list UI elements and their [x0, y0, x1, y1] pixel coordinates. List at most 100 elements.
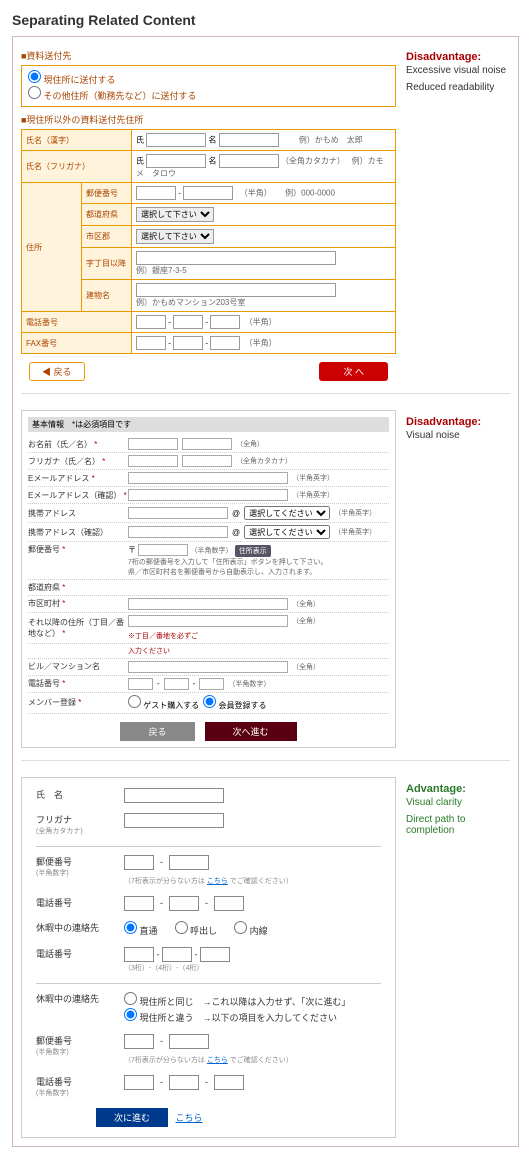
mobile-confirm-input[interactable]: [128, 526, 228, 538]
label-pref: 都道府県: [82, 204, 132, 226]
radio-page[interactable]: 呼出し: [175, 921, 218, 937]
postal-1-input[interactable]: [136, 186, 176, 200]
city-select[interactable]: 選択して下さい: [136, 229, 214, 244]
label-vacation-dest: 休暇中の連絡先: [36, 992, 116, 1005]
tel-1-input[interactable]: [124, 896, 154, 911]
comparison-container: ■資料送付先 現住所に送付する その他住所（勤務先など）に送付する ■現住所以外…: [12, 36, 519, 1147]
email-input[interactable]: [128, 472, 288, 484]
fax-2-input[interactable]: [173, 336, 203, 350]
bldg-input[interactable]: [136, 283, 336, 297]
back-button[interactable]: ◀ 戻る: [29, 362, 85, 381]
radio-register[interactable]: 会員登録する: [203, 695, 266, 711]
tel2-2-input[interactable]: [162, 947, 192, 962]
radio-guest[interactable]: ゲスト購入する: [128, 695, 199, 711]
next-button[interactable]: 次へ進む: [205, 722, 297, 741]
radio-direct[interactable]: 直通: [124, 921, 158, 937]
label-tel: 電話番号: [36, 896, 116, 909]
label-name: 氏 名: [36, 788, 116, 801]
fax-1-input[interactable]: [136, 336, 166, 350]
basic-info-header: 基本情報 *は必須項目です: [28, 417, 389, 432]
surname-kana-input[interactable]: [146, 154, 206, 168]
city-input[interactable]: [128, 598, 288, 610]
tel-2-input[interactable]: [173, 315, 203, 329]
example-1-note: Disadvantage: Excessive visual noise Red…: [406, 45, 510, 381]
example-3-row: 氏 名 フリガナ(全角カタカナ) 郵便番号(半角数字) - （7桁表示が分らない…: [21, 777, 510, 1138]
help-link[interactable]: こちら: [176, 1113, 203, 1123]
given-kanji-input[interactable]: [219, 133, 279, 147]
tel-3-input[interactable]: [199, 678, 224, 690]
postal-2-input[interactable]: [183, 186, 233, 200]
tel2-3-input[interactable]: [200, 947, 230, 962]
tel3-3-input[interactable]: [214, 1075, 244, 1090]
given-kana-input[interactable]: [219, 154, 279, 168]
given-input[interactable]: [182, 438, 232, 450]
section-send-to-header: ■資料送付先: [21, 49, 396, 62]
example-2-form: 基本情報 *は必須項目です お名前（氏／名） *（全角） フリガナ（氏／名） *…: [21, 410, 396, 748]
name-input[interactable]: [124, 788, 224, 803]
mobile-input[interactable]: [128, 507, 228, 519]
page-title: Separating Related Content: [12, 12, 519, 28]
label-tel2: 電話番号: [36, 947, 116, 960]
label-bldg: 建物名: [82, 280, 132, 312]
bldg-input[interactable]: [128, 661, 288, 673]
surname-kanji-input[interactable]: [146, 133, 206, 147]
example-3-form: 氏 名 フリガナ(全角カタカナ) 郵便番号(半角数字) - （7桁表示が分らない…: [21, 777, 396, 1138]
label-postal: 郵便番号(半角数字): [36, 855, 116, 878]
given-kana-input[interactable]: [182, 455, 232, 467]
postal-1-input[interactable]: [124, 855, 154, 870]
tel2-1-input[interactable]: [124, 947, 154, 962]
tel3-1-input[interactable]: [124, 1075, 154, 1090]
label-tel-3: 電話番号(半角数字): [36, 1075, 116, 1098]
example-1-form: ■資料送付先 現住所に送付する その他住所（勤務先など）に送付する ■現住所以外…: [21, 45, 396, 381]
email-confirm-input[interactable]: [128, 489, 288, 501]
tel-2-input[interactable]: [164, 678, 189, 690]
section-other-address-header: ■現住所以外の資料送付先住所: [21, 113, 396, 126]
back-button[interactable]: 戻る: [120, 722, 194, 741]
divider: [36, 983, 381, 984]
postal-help-link-2[interactable]: こちら: [207, 1057, 228, 1064]
postal-help-link[interactable]: こちら: [207, 878, 228, 885]
town-input[interactable]: [128, 615, 288, 627]
postal2-2-input[interactable]: [169, 1034, 209, 1049]
radio-ext[interactable]: 内線: [234, 921, 268, 937]
postal-2-input[interactable]: [169, 855, 209, 870]
label-address: 住所: [22, 183, 82, 312]
label-furigana: フリガナ(全角カタカナ): [36, 813, 116, 836]
tel-3-input[interactable]: [210, 315, 240, 329]
example-2-note: Disadvantage: Visual noise: [406, 410, 510, 748]
postal-input[interactable]: [138, 544, 188, 556]
label-tel: 電話番号: [22, 312, 132, 333]
mobile-domain-confirm-select[interactable]: 選択してください: [244, 525, 330, 539]
send-to-radio-group: 現住所に送付する その他住所（勤務先など）に送付する: [21, 65, 396, 107]
surname-kana-input[interactable]: [128, 455, 178, 467]
pref-select[interactable]: 選択して下さい: [136, 207, 214, 222]
divider: [36, 846, 381, 847]
tel-3-input[interactable]: [214, 896, 244, 911]
postal2-1-input[interactable]: [124, 1034, 154, 1049]
next-button[interactable]: 次に進む: [96, 1108, 168, 1127]
surname-input[interactable]: [128, 438, 178, 450]
town-input[interactable]: [136, 251, 336, 265]
tel-1-input[interactable]: [136, 315, 166, 329]
radio-other-address[interactable]: その他住所（勤務先など）に送付する: [28, 91, 197, 101]
label-town: 字丁目以降: [82, 248, 132, 280]
label-name-furigana: 氏名（フリガナ）: [22, 151, 132, 183]
postal-lookup-button[interactable]: 住所表示: [235, 545, 271, 557]
tel-2-input[interactable]: [169, 896, 199, 911]
tel3-2-input[interactable]: [169, 1075, 199, 1090]
label-postal: 郵便番号: [82, 183, 132, 204]
label-vacation-contact: 休暇中の連絡先: [36, 921, 116, 934]
tel-1-input[interactable]: [128, 678, 153, 690]
example-3-note: Advantage: Visual clarity Direct path to…: [406, 777, 510, 1138]
label-name-kanji: 氏名（漢字）: [22, 130, 132, 151]
address-table: 氏名（漢字） 氏 名 例）かもめ 太郎 氏名（フリガナ） 氏 名 （全角カタカナ…: [21, 129, 396, 354]
label-city: 市区郡: [82, 226, 132, 248]
fax-3-input[interactable]: [210, 336, 240, 350]
example-1-row: ■資料送付先 現住所に送付する その他住所（勤務先など）に送付する ■現住所以外…: [21, 45, 510, 394]
radio-same-addr[interactable]: 現住所と同じ →これ以降は入力せず、「次に進む」: [124, 997, 350, 1007]
furigana-input[interactable]: [124, 813, 224, 828]
mobile-domain-select[interactable]: 選択してください: [244, 506, 330, 520]
radio-current-address[interactable]: 現住所に送付する: [28, 75, 116, 85]
next-button[interactable]: 次 へ: [319, 362, 388, 381]
radio-diff-addr[interactable]: 現住所と違う →以下の項目を入力してください: [124, 1013, 337, 1023]
